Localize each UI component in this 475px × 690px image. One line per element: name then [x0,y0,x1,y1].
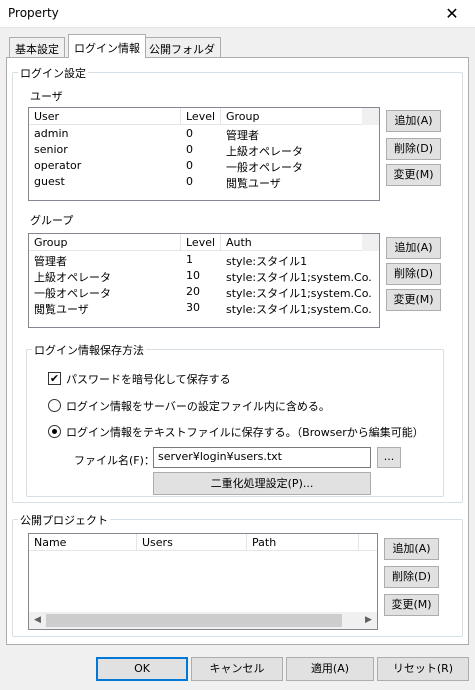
user-level-cell: 0 [186,175,193,188]
cancel-button[interactable]: キャンセル [191,657,283,681]
user-name-cell: admin [34,127,69,140]
filename-label: ファイル名(F)： [74,454,155,467]
table-row[interactable]: admin 0 管理者 [29,126,379,142]
table-row[interactable]: 管理者 1 style:スタイル1 [29,252,379,268]
save-in-server-label: ログイン情報をサーバーの設定ファイル内に含める。 [66,400,330,413]
close-icon[interactable]: ✕ [429,0,475,28]
group-auth-cell: style:スタイル1 [226,255,308,268]
public-projects-hscrollbar[interactable]: ◀ ▶ [29,612,377,629]
group-auth-cell: style:スタイル1;system.Co... [226,287,371,300]
group-name-cell: 管理者 [34,255,67,268]
encrypt-password-checkbox[interactable]: ✔ [48,372,61,385]
groups-label: グループ [30,214,74,227]
group-change-button[interactable]: 変更(M) [386,289,441,311]
user-delete-button[interactable]: 削除(D) [386,138,441,160]
user-level-cell: 0 [186,127,193,140]
groups-list[interactable]: Group Level Auth 管理者 1 style:スタイル1 上級オペレ… [28,233,380,328]
project-add-button[interactable]: 追加(A) [384,538,439,560]
table-row[interactable]: guest 0 閲覧ユーザ [29,174,379,190]
user-name-cell: operator [34,159,82,172]
users-list-header: User Level Group [29,108,379,125]
user-group-cell: 一般オペレータ [226,161,303,174]
column-header-level[interactable]: Level [181,234,221,251]
scroll-thumb[interactable] [46,614,342,627]
login-settings-label: ログイン設定 [18,65,88,81]
scroll-right-icon[interactable]: ▶ [360,612,377,629]
user-change-button[interactable]: 変更(M) [386,164,441,186]
project-delete-button[interactable]: 削除(D) [384,566,439,588]
browse-button[interactable]: ... [377,447,401,468]
table-row[interactable]: 上級オペレータ 10 style:スタイル1;system.Co... [29,268,379,284]
column-header-auth[interactable]: Auth [221,234,364,251]
apply-button[interactable]: 適用(A) [286,657,374,681]
user-level-cell: 0 [186,143,193,156]
project-change-button[interactable]: 変更(M) [384,594,439,616]
users-list[interactable]: User Level Group admin 0 管理者 senior 0 上級… [28,107,380,201]
public-projects-list-header: Name Users Path [29,534,377,551]
column-header-group[interactable]: Group [221,108,364,125]
group-level-cell: 30 [186,301,200,314]
groups-list-scroll-corner [362,234,379,251]
user-add-button[interactable]: 追加(A) [386,110,441,132]
table-row[interactable]: 一般オペレータ 20 style:スタイル1;system.Co... [29,284,379,300]
duplex-settings-button[interactable]: 二重化処理設定(P)... [153,472,371,495]
save-in-textfile-label: ログイン情報をテキストファイルに保存する。（Browserから編集可能） [66,426,424,439]
group-auth-cell: style:スタイル1;system.Co... [226,271,371,284]
group-name-cell: 上級オペレータ [34,271,111,284]
group-delete-button[interactable]: 削除(D) [386,263,441,285]
table-row[interactable]: 閲覧ユーザ 30 style:スタイル1;system.Co... [29,300,379,316]
column-header-name[interactable]: Name [29,534,137,551]
column-header-user[interactable]: User [29,108,181,125]
column-header-group[interactable]: Group [29,234,181,251]
filename-input[interactable]: server¥login¥users.txt [153,447,371,468]
user-name-cell: guest [34,175,65,188]
group-name-cell: 一般オペレータ [34,287,111,300]
check-mark-icon: ✔ [49,372,60,385]
tab-login-info[interactable]: ログイン情報 [68,34,146,58]
tab-public-folder[interactable]: 公開フォルダ [143,37,221,57]
user-group-cell: 上級オペレータ [226,145,303,158]
group-level-cell: 10 [186,269,200,282]
public-projects-label: 公開プロジェクト [18,512,110,528]
save-method-label: ログイン情報保存方法 [32,342,146,358]
public-projects-list[interactable]: Name Users Path ◀ ▶ [28,533,378,630]
user-name-cell: senior [34,143,68,156]
group-level-cell: 1 [186,253,193,266]
user-group-cell: 閲覧ユーザ [226,177,281,190]
encrypt-password-label: パスワードを暗号化して保存する [66,373,231,386]
group-name-cell: 閲覧ユーザ [34,303,89,316]
reset-button[interactable]: リセット(R) [377,657,469,681]
table-row[interactable]: senior 0 上級オペレータ [29,142,379,158]
column-header-users[interactable]: Users [137,534,247,551]
group-auth-cell: style:スタイル1;system.Co... [226,303,371,316]
table-row[interactable]: operator 0 一般オペレータ [29,158,379,174]
group-add-button[interactable]: 追加(A) [386,237,441,259]
save-in-textfile-radio[interactable] [48,425,61,438]
groups-list-header: Group Level Auth [29,234,379,251]
scroll-left-icon[interactable]: ◀ [29,612,46,629]
user-level-cell: 0 [186,159,193,172]
users-label: ユーザ [30,90,63,103]
title-bar: Property ✕ [0,0,475,28]
user-group-cell: 管理者 [226,129,259,142]
column-header-level[interactable]: Level [181,108,221,125]
group-level-cell: 20 [186,285,200,298]
save-in-server-radio[interactable] [48,399,61,412]
ok-button[interactable]: OK [96,657,188,681]
tab-basic-settings[interactable]: 基本設定 [9,37,65,57]
column-header-path[interactable]: Path [247,534,359,551]
window-title: Property [8,6,59,20]
users-list-scroll-corner [362,108,379,125]
